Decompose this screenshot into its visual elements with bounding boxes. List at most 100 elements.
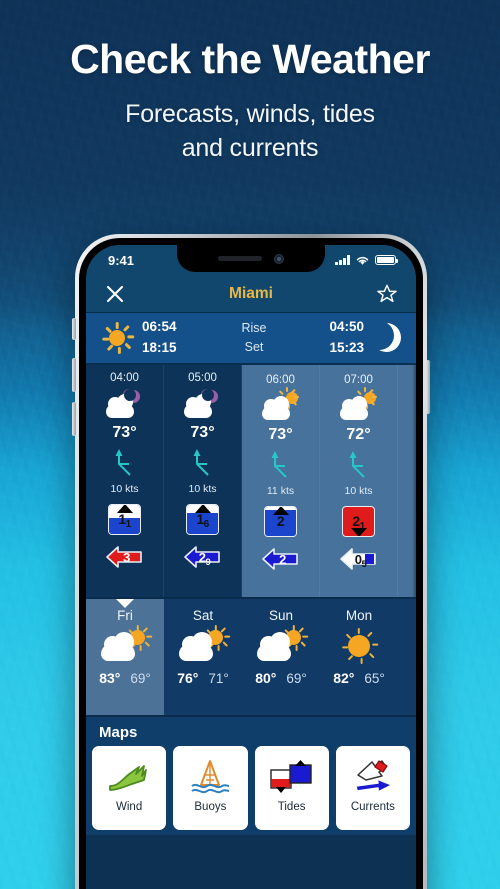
- hourly-scroll-edge: [412, 365, 416, 597]
- daily-column[interactable]: Mon 82° 65°: [320, 599, 398, 715]
- map-tile-icon: [345, 755, 401, 799]
- crescent-moon-icon: [365, 321, 402, 355]
- map-tile-label: Tides: [277, 801, 306, 813]
- cloud-sun-icon: [337, 387, 381, 424]
- wind-speed: 11 kts: [266, 485, 295, 497]
- hourly-column[interactable]: 04:00 73° 10 kts 11 3: [86, 365, 164, 597]
- sun-times: 06:54 18:15: [142, 317, 206, 359]
- wind-speed: 10 kts: [344, 485, 373, 497]
- current-value: 3: [123, 549, 130, 565]
- set-label: Set: [244, 340, 264, 354]
- app-nav-bar: Miami: [86, 275, 416, 313]
- sun-icon: [100, 321, 135, 355]
- map-tiles-row: Wind Buoys Tides Currents: [92, 746, 410, 830]
- phone-power-button[interactable]: [426, 360, 430, 414]
- status-bar-indicators: [335, 254, 399, 266]
- tide-row: 2: [264, 504, 297, 538]
- current-badge: 3: [105, 544, 145, 570]
- day-temperatures: 76° 71°: [177, 670, 229, 686]
- current-row: 05: [339, 544, 379, 574]
- tide-row: 16: [186, 502, 219, 536]
- hour-temperature: 73°: [190, 424, 215, 441]
- cloud-sun-icon: [177, 624, 230, 666]
- hourly-column[interactable]: 05:00 73° 10 kts 16 29: [164, 365, 242, 597]
- current-badge: 05: [339, 546, 379, 572]
- page-title: Miami: [229, 284, 273, 302]
- phone-notch: [177, 245, 325, 272]
- day-name: Sun: [268, 608, 294, 623]
- current-row: 3: [105, 542, 145, 572]
- phone-volume-down-button[interactable]: [72, 402, 76, 436]
- phone-mute-switch[interactable]: [72, 318, 76, 340]
- day-low: 65°: [364, 671, 385, 686]
- current-badge: 2: [261, 546, 301, 572]
- phone-bezel: 9:41 Miami 06:54 18:15 Rise Set 04:50 15…: [79, 238, 423, 889]
- daily-column[interactable]: Fri 83° 69°: [86, 599, 164, 715]
- tide-row: 11: [108, 502, 141, 536]
- tide-rising-arrow-icon: [194, 504, 211, 513]
- day-high: 76°: [177, 670, 199, 686]
- current-arrows-icon: [355, 760, 393, 793]
- current-row: 2: [261, 544, 301, 574]
- day-name: Sat: [192, 608, 214, 623]
- sun-moon-bar: 06:54 18:15 Rise Set 04:50 15:23: [86, 313, 416, 365]
- daily-column[interactable]: 82: [398, 599, 416, 715]
- wind-direction-arrow-icon: [193, 449, 209, 476]
- wifi-icon: [356, 256, 369, 265]
- map-tile-tides[interactable]: Tides: [254, 746, 329, 830]
- daily-column[interactable]: Sun 80° 69°: [242, 599, 320, 715]
- earpiece-speaker: [218, 256, 262, 261]
- current-value: 2: [279, 551, 286, 567]
- daily-column[interactable]: Sat 76° 71°: [164, 599, 242, 715]
- hour-time: 04:00: [110, 372, 139, 384]
- tide-rising-arrow-icon: [272, 506, 289, 515]
- map-tile-label: Wind: [116, 801, 143, 813]
- tide-value: 11: [118, 511, 131, 530]
- day-low: 69°: [286, 671, 307, 686]
- moon-set-time: 15:23: [329, 340, 364, 355]
- phone-volume-up-button[interactable]: [72, 358, 76, 392]
- map-tile-icon: [182, 755, 238, 799]
- sun-icon: [411, 611, 416, 651]
- cloud-sun-icon: [255, 624, 308, 666]
- promo-text-block: Check the Weather Forecasts, winds, tide…: [0, 36, 500, 166]
- day-temperatures: 83° 69°: [99, 670, 151, 686]
- hour-temperature: 72°: [346, 426, 371, 443]
- hourly-column[interactable]: 06:00 73° 11 kts 2 2: [242, 365, 320, 597]
- day-low: 69°: [130, 671, 151, 686]
- current-row: 29: [183, 542, 223, 572]
- hour-temperature: 73°: [112, 424, 137, 441]
- day-name: Fri: [117, 608, 133, 623]
- wind-direction-arrow-icon: [349, 451, 365, 478]
- tide-badge: 11: [108, 503, 141, 535]
- status-bar-time: 9:41: [108, 252, 135, 268]
- map-tile-currents[interactable]: Currents: [335, 746, 410, 830]
- day-high: 83°: [99, 670, 121, 686]
- cloud-sun-icon: [259, 387, 303, 424]
- tide-row: 21: [342, 504, 375, 538]
- day-temperatures: 82° 65°: [333, 670, 385, 686]
- hourly-forecast-strip[interactable]: 04:00 73° 10 kts 11 3 05:00 73° 10 kts 16 29 06:00…: [86, 365, 416, 597]
- tide-badge: 21: [342, 505, 375, 537]
- map-tile-buoys[interactable]: Buoys: [173, 746, 248, 830]
- phone-mockup: 9:41 Miami 06:54 18:15 Rise Set 04:50 15…: [75, 234, 427, 889]
- buoy-icon: [191, 760, 230, 794]
- cloud-moon-icon: [103, 388, 147, 422]
- day-temperatures: 80° 69°: [255, 670, 307, 686]
- maps-section: Maps Wind Buoys Tides Currents: [86, 715, 416, 835]
- current-value: 29: [198, 549, 211, 568]
- hourly-column[interactable]: 07:00 72° 10 kts 21 05: [320, 365, 398, 597]
- tide-badge: 16: [186, 503, 219, 535]
- promo-headline: Check the Weather: [70, 36, 430, 82]
- promo-subhead-line1: Forecasts, winds, tides: [125, 100, 375, 129]
- star-outline-icon[interactable]: [374, 281, 400, 307]
- daily-forecast-strip[interactable]: Fri 83° 69° Sat 76° 71° Sun 80° 69° Mon 82° 65° 82: [86, 597, 416, 715]
- day-high: 80°: [255, 670, 277, 686]
- front-camera: [274, 253, 284, 264]
- close-icon[interactable]: [102, 281, 128, 307]
- map-tile-wind[interactable]: Wind: [92, 746, 167, 830]
- tide-badge: 2: [264, 505, 297, 537]
- signal-bars-icon: [335, 255, 350, 265]
- map-tile-label: Buoys: [194, 801, 227, 813]
- wind-direction-arrow-icon: [271, 451, 287, 478]
